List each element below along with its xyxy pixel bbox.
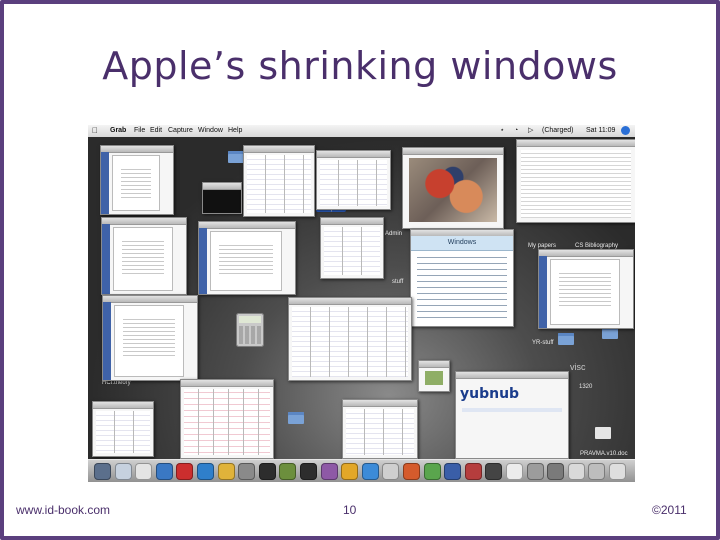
ppt-slide-title: Windows: [411, 236, 513, 251]
window-thumbnail[interactable]: [320, 217, 384, 279]
dock-app-icon[interactable]: [279, 463, 297, 480]
folder-icon[interactable]: [288, 412, 304, 424]
dock-app-icon[interactable]: [361, 463, 379, 480]
apple-icon[interactable]: : [92, 125, 98, 137]
window-thumbnail[interactable]: Windows: [410, 229, 514, 327]
dock-app-icon[interactable]: [423, 463, 441, 480]
dock-app-icon[interactable]: [547, 463, 565, 480]
dock-app-icon[interactable]: [94, 463, 111, 480]
slide-title: Apple’s shrinking windows: [102, 44, 618, 88]
desktop-label-pravma[interactable]: PRAVMA.v10.doc: [580, 451, 628, 457]
dock-app-icon[interactable]: [526, 463, 544, 480]
dock-app-icon[interactable]: [506, 463, 523, 480]
window-thumbnail[interactable]: [516, 139, 635, 223]
window-thumbnail[interactable]: [180, 379, 274, 459]
dock-app-icon[interactable]: [382, 463, 400, 480]
menu-edit[interactable]: Edit: [150, 125, 162, 137]
document-icon[interactable]: [595, 427, 611, 439]
window-thumbnail[interactable]: [402, 147, 504, 229]
battery-status[interactable]: (Charged): [542, 125, 574, 137]
dock-app-icon[interactable]: [403, 463, 420, 480]
dock-app-icon[interactable]: [609, 463, 626, 480]
dock-app-icon[interactable]: [176, 463, 194, 480]
window-thumbnail[interactable]: [202, 182, 242, 214]
menubar-clock[interactable]: Sat 11:09: [586, 125, 615, 137]
desktop-label-yr-stuff[interactable]: YR-stuff: [532, 340, 554, 346]
window-thumbnail[interactable]: [198, 221, 296, 295]
dock-app-icon[interactable]: [567, 463, 585, 480]
dock-app-icon[interactable]: [238, 463, 256, 480]
footer-url: www.id-book.com: [16, 503, 111, 517]
app-menu[interactable]: Grab: [110, 125, 126, 137]
dock-app-icon[interactable]: [114, 463, 132, 480]
spotlight-icon[interactable]: [621, 126, 630, 135]
menu-help[interactable]: Help: [228, 125, 242, 137]
dock-app-icon[interactable]: [485, 463, 503, 480]
desktop-label-admin[interactable]: Admin: [385, 231, 402, 237]
book-cover-image: [237, 246, 261, 276]
menu-capture[interactable]: Capture: [168, 125, 193, 137]
window-thumbnail[interactable]: [288, 297, 412, 381]
window-thumbnail[interactable]: [538, 249, 634, 329]
dock-app-icon[interactable]: [197, 463, 214, 480]
window-thumbnail[interactable]: [342, 399, 418, 459]
menu-window[interactable]: Window: [198, 125, 223, 137]
folder-icon[interactable]: [228, 151, 244, 163]
dock-app-icon[interactable]: [444, 463, 462, 480]
dock-app-icon[interactable]: [217, 463, 235, 480]
window-thumbnail[interactable]: [418, 360, 450, 392]
dock-app-icon[interactable]: [464, 463, 482, 480]
dock-app-icon[interactable]: [341, 463, 359, 480]
menu-file[interactable]: File: [134, 125, 145, 137]
window-thumbnail[interactable]: [101, 217, 187, 295]
dock-app-icon[interactable]: [320, 463, 338, 480]
calculator-icon[interactable]: [236, 313, 264, 347]
footer-copyright: ©2011: [652, 503, 687, 517]
page-number: 10: [343, 503, 357, 517]
dock-app-icon[interactable]: [135, 463, 153, 480]
window-thumbnail[interactable]: [102, 295, 198, 381]
dock-app-icon[interactable]: [155, 463, 173, 480]
window-thumbnail[interactable]: [316, 150, 391, 210]
dock: [88, 459, 635, 482]
yubnub-logo: yubnub: [460, 386, 520, 402]
dock-app-icon[interactable]: [300, 463, 317, 480]
folder-icon[interactable]: [558, 333, 574, 345]
window-thumbnail[interactable]: [100, 145, 174, 215]
dock-app-icon[interactable]: [258, 463, 276, 480]
desktop-label-visc[interactable]: visc: [570, 362, 586, 372]
volume-icon[interactable]: ▷: [528, 125, 533, 137]
window-thumbnail[interactable]: [92, 401, 154, 457]
desktop-label-1320[interactable]: 1320: [579, 384, 592, 390]
dock-app-icon[interactable]: [588, 463, 606, 480]
expose-screenshot:  Grab File Edit Capture Window Help ⋆ ◔…: [88, 125, 635, 482]
wifi-icon[interactable]: ◔: [514, 125, 518, 137]
desktop-label-stuff[interactable]: stuff: [392, 279, 403, 285]
bluetooth-icon[interactable]: ⋆: [500, 125, 504, 137]
yubnub-window[interactable]: yubnub: [455, 371, 569, 459]
window-thumbnail[interactable]: [243, 145, 315, 217]
